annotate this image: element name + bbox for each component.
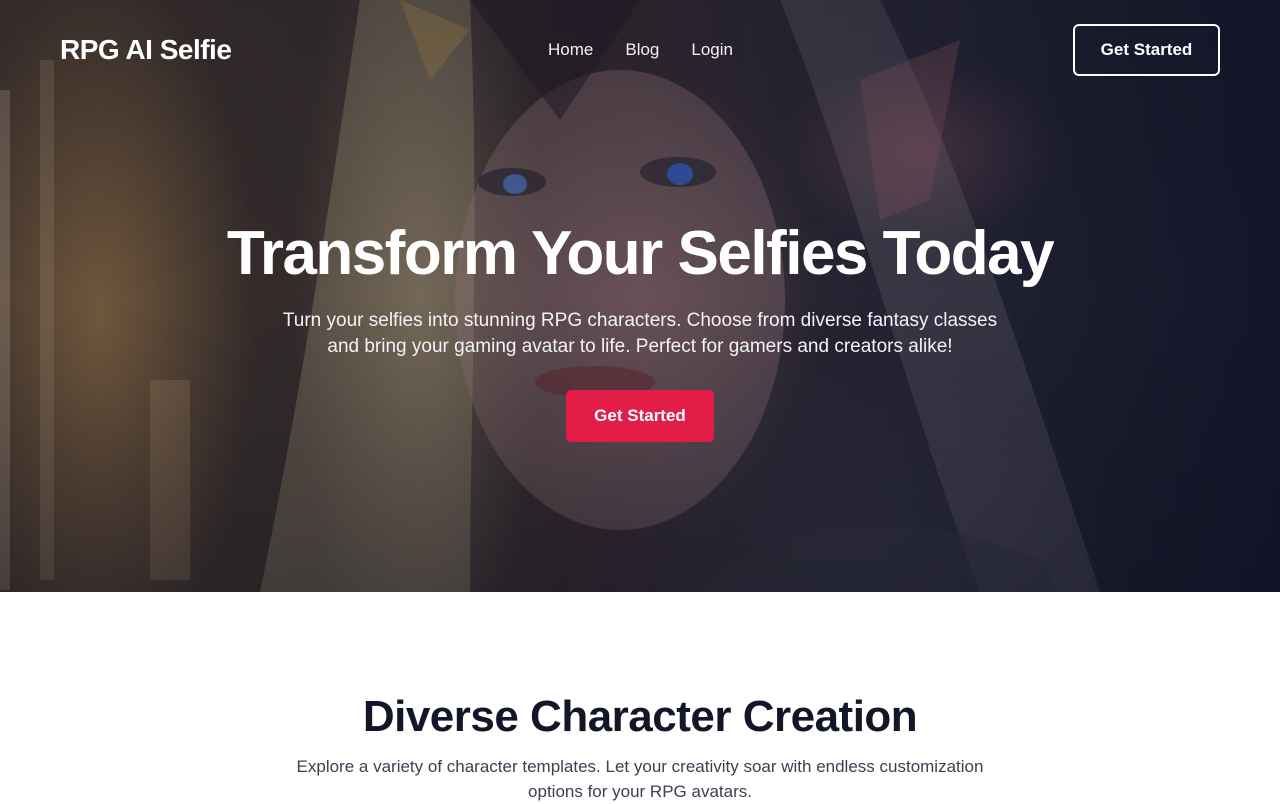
features-section: Diverse Character Creation Explore a var… bbox=[0, 592, 1280, 801]
hero-subtitle: Turn your selfies into stunning RPG char… bbox=[282, 310, 998, 357]
nav-link-home[interactable]: Home bbox=[548, 40, 593, 60]
top-navbar: RPG AI Selfie Home Blog Login Get Starte… bbox=[0, 0, 1280, 100]
hero-title: Transform Your Selfies Today bbox=[226, 219, 1055, 288]
nav-get-started-button[interactable]: Get Started bbox=[1073, 24, 1220, 76]
hero-content: Transform Your Selfies Today Turn your s… bbox=[0, 218, 1280, 442]
features-subtitle: Explore a variety of character templates… bbox=[296, 757, 984, 801]
nav-link-login[interactable]: Login bbox=[691, 40, 733, 60]
hero-get-started-button[interactable]: Get Started bbox=[566, 390, 714, 442]
features-title: Diverse Character Creation bbox=[362, 692, 918, 741]
nav-links: Home Blog Login bbox=[548, 40, 733, 60]
site-logo[interactable]: RPG AI Selfie bbox=[60, 34, 232, 66]
nav-link-blog[interactable]: Blog bbox=[625, 40, 659, 60]
hero-section: RPG AI Selfie Home Blog Login Get Starte… bbox=[0, 0, 1280, 592]
